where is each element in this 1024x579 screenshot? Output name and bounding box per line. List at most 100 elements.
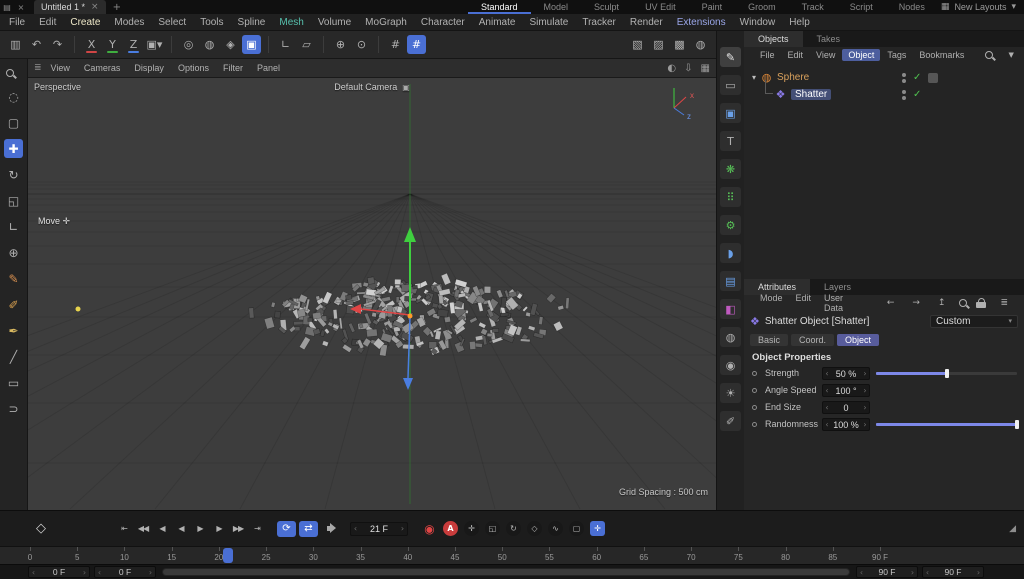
panel-tab-objects[interactable]: Objects — [744, 31, 803, 47]
up-arrow-icon[interactable]: ↥ — [932, 297, 952, 309]
current-frame-field[interactable]: ‹ 21 F › — [350, 522, 408, 536]
attributes-menu-user-data[interactable]: User Data — [818, 292, 868, 314]
visibility-dots[interactable] — [902, 71, 906, 85]
slider-handle[interactable] — [1015, 420, 1019, 429]
layout-tab-uv-edit[interactable]: UV Edit — [632, 0, 689, 14]
render-picture-viewer-button[interactable]: ▨ — [649, 35, 668, 54]
rotate-tool[interactable]: ↻ — [4, 165, 23, 184]
panel-menu-icon[interactable]: ≣ — [994, 297, 1014, 309]
strength-value-field[interactable]: ‹ 50 % › — [822, 367, 870, 380]
layout-tab-sculpt[interactable]: Sculpt — [581, 0, 632, 14]
filter-icon[interactable]: ▼ — [1002, 50, 1019, 60]
app-menu-icon[interactable]: ▤ — [0, 3, 14, 12]
attributes-menu-edit[interactable]: Edit — [790, 292, 818, 314]
new-tab-button[interactable]: + — [106, 2, 128, 13]
play-button[interactable]: ▶ — [192, 521, 208, 536]
strength-slider[interactable] — [876, 372, 1017, 375]
play-backward-button[interactable]: ◀ — [173, 521, 189, 536]
search-icon[interactable] — [957, 297, 970, 310]
prev-key-button[interactable]: ◀◀ — [135, 521, 151, 536]
view-label[interactable]: Perspective — [34, 82, 81, 92]
field-icon[interactable]: ▤ — [720, 271, 741, 291]
menubar-item-help[interactable]: Help — [782, 17, 817, 28]
grid-button[interactable]: # — [386, 35, 405, 54]
preview-end-field[interactable]: ‹90 F› — [856, 566, 918, 578]
keyframe-circle[interactable] — [752, 405, 757, 410]
range-playback-button[interactable]: ⇄ — [299, 521, 318, 537]
deformer-icon[interactable]: ◗ — [720, 243, 741, 263]
camera-icon[interactable]: ◉ — [720, 355, 741, 375]
undo-button[interactable]: ↶ — [27, 35, 46, 54]
viewport-menu-panel[interactable]: Panel — [250, 63, 287, 73]
axis-lock-tool[interactable]: ∟ — [4, 217, 23, 236]
rect-selection-tool[interactable]: ▢ — [4, 113, 23, 132]
enabled-check-icon[interactable]: ✓ — [913, 72, 921, 83]
lock-icon[interactable] — [976, 297, 988, 309]
layout-tab-script[interactable]: Script — [837, 0, 886, 14]
tree-row-sphere[interactable]: ▾ ◍ Sphere ✓ — [744, 69, 1024, 86]
keyframe-circle[interactable] — [752, 371, 757, 376]
layout-tab-track[interactable]: Track — [789, 0, 837, 14]
object-name[interactable]: Shatter — [791, 89, 831, 100]
menubar-item-extensions[interactable]: Extensions — [670, 17, 733, 28]
axis-mode-button[interactable]: ∟ — [276, 35, 295, 54]
render-settings-button[interactable]: ▩ — [670, 35, 689, 54]
increment-arrow[interactable]: › — [398, 524, 407, 533]
environment-icon[interactable]: ◍ — [720, 327, 741, 347]
viewport-menu-options[interactable]: Options — [171, 63, 216, 73]
layout-tab-nodes[interactable]: Nodes — [886, 0, 938, 14]
autokey-button[interactable]: A — [443, 521, 458, 536]
axis-z-lock-button[interactable]: Z — [124, 35, 143, 54]
menubar-item-mesh[interactable]: Mesh — [272, 17, 310, 28]
keyframe-rotation-button[interactable]: ↻ — [506, 521, 521, 536]
menubar-item-character[interactable]: Character — [414, 17, 472, 28]
light-icon[interactable]: ☀ — [720, 383, 741, 403]
goto-end-button[interactable]: ⇥ — [249, 521, 265, 536]
menubar-item-spline[interactable]: Spline — [231, 17, 273, 28]
layout-tab-model[interactable]: Model — [531, 0, 582, 14]
enabled-check-icon[interactable]: ✓ — [913, 89, 921, 100]
keyframe-pla-button[interactable]: ∿ — [548, 521, 563, 536]
timeline-ruler[interactable]: 051015202530354045505560657075808590 F — [0, 546, 1024, 564]
scrollbar-handle[interactable] — [163, 569, 849, 575]
marker-diamond-icon[interactable]: ◇ — [36, 521, 46, 536]
spline-rectangle-icon[interactable]: ▭ — [720, 75, 741, 95]
cube-primitive-icon[interactable]: ▣ — [720, 103, 741, 123]
text-primitive-icon[interactable]: T — [720, 131, 741, 151]
range-start-field[interactable]: ‹0 F› — [28, 566, 90, 578]
menubar-item-simulate[interactable]: Simulate — [522, 17, 575, 28]
tab-close-icon[interactable]: × — [91, 2, 99, 12]
axis-x-lock-button[interactable]: X — [82, 35, 101, 54]
menubar-item-edit[interactable]: Edit — [32, 17, 63, 28]
timeline-resize-icon[interactable]: ◢ — [1009, 524, 1016, 534]
group-title[interactable]: Object Properties — [744, 349, 1024, 365]
goto-start-button[interactable]: ⇤ — [116, 521, 132, 536]
viewport-layout-icon[interactable]: ▥ — [6, 35, 25, 54]
menubar-item-animate[interactable]: Animate — [472, 17, 523, 28]
viewport-menu-display[interactable]: Display — [127, 63, 171, 73]
objects-menu-bookmarks[interactable]: Bookmarks — [913, 49, 970, 61]
menubar-item-volume[interactable]: Volume — [311, 17, 358, 28]
angle-speed-value-field[interactable]: ‹ 100 ° › — [822, 384, 870, 397]
layout-tab-standard[interactable]: Standard — [468, 0, 531, 14]
render-view-button[interactable]: ▧ — [628, 35, 647, 54]
keyframe-scale-button[interactable]: ◱ — [485, 521, 500, 536]
view-menu-icon[interactable]: ≣ — [34, 63, 42, 73]
decrement-arrow[interactable]: ‹ — [351, 524, 360, 533]
eraser-tool[interactable]: ▭ — [4, 373, 23, 392]
object-axis-button[interactable]: ⊕ — [331, 35, 350, 54]
loop-button[interactable]: ⟳ — [277, 521, 296, 537]
shader-pen-icon[interactable]: ✐ — [720, 411, 741, 431]
magnet-tool[interactable]: ⊃ — [4, 399, 23, 418]
keyframe-selection-button[interactable]: ▢ — [569, 521, 584, 536]
workplane-button[interactable]: ▱ — [297, 35, 316, 54]
object-name[interactable]: Sphere — [777, 72, 809, 83]
randomness-slider[interactable] — [876, 423, 1017, 426]
end-size-value-field[interactable]: ‹ 0 › — [822, 401, 870, 414]
menubar-item-mograph[interactable]: MoGraph — [358, 17, 414, 28]
back-arrow-icon[interactable]: ← — [881, 297, 901, 309]
shading-icon[interactable]: ◐ — [667, 63, 676, 74]
slider-handle[interactable] — [945, 369, 949, 378]
attributes-menu-mode[interactable]: Mode — [754, 292, 789, 314]
layout-tab-paint[interactable]: Paint — [689, 0, 736, 14]
